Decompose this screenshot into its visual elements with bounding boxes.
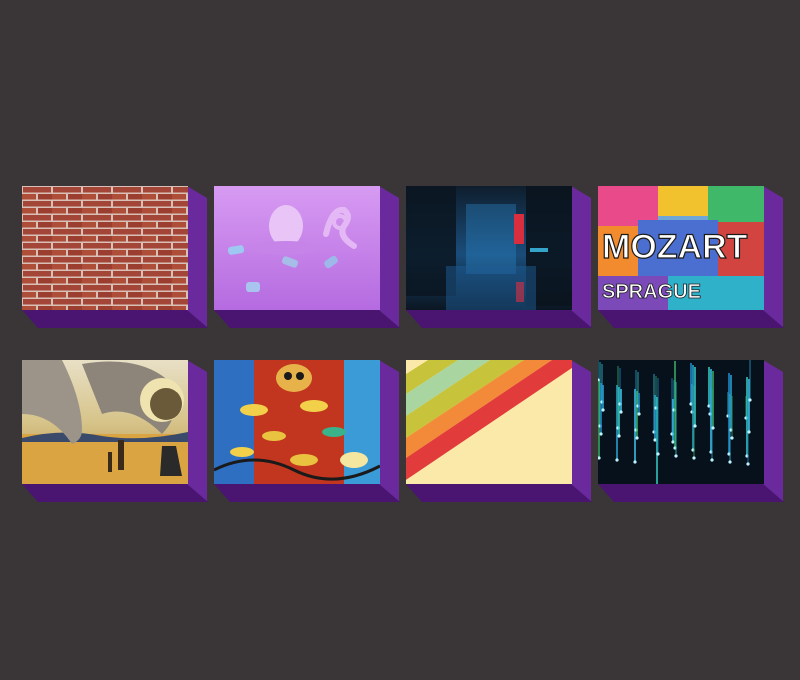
- gallery-tile-2[interactable]: [214, 186, 400, 328]
- diagonal-stripes-image: [406, 360, 572, 484]
- tile-side: [571, 186, 591, 328]
- tile-side: [187, 186, 207, 328]
- gallery-tile-8[interactable]: [598, 360, 784, 502]
- digital-rain-lights-image: [598, 360, 764, 484]
- gallery-tile-6[interactable]: [214, 360, 400, 502]
- image-gallery: MOZART SPRAGUE: [0, 0, 800, 680]
- gallery-tile-5[interactable]: [22, 360, 208, 502]
- prague-graffiti-wall-image: MOZART SPRAGUE: [598, 186, 764, 310]
- tile-bottom: [214, 484, 400, 502]
- tile-side: [763, 186, 783, 328]
- tile-side: [187, 360, 207, 502]
- gallery-tile-3[interactable]: [406, 186, 592, 328]
- graffiti-text-mozart: MOZART: [602, 228, 748, 266]
- gallery-tile-7[interactable]: [406, 360, 592, 502]
- tile-bottom: [406, 310, 592, 328]
- tile-bottom: [598, 484, 784, 502]
- tile-bottom: [214, 310, 400, 328]
- tile-bottom: [406, 484, 592, 502]
- tile-side: [763, 360, 783, 502]
- tile-side: [379, 186, 399, 328]
- fish-graffiti-mural-image: [214, 360, 380, 484]
- gallery-tile-4[interactable]: MOZART SPRAGUE: [598, 186, 784, 328]
- rainy-city-street-image: [406, 186, 572, 310]
- tile-side: [379, 360, 399, 502]
- tile-bottom: [22, 310, 208, 328]
- tile-bottom: [598, 310, 784, 328]
- brick-wall-image: [22, 186, 188, 310]
- tile-bottom: [22, 484, 208, 502]
- pink-head-sculpture-image: [214, 186, 380, 310]
- tile-side: [571, 360, 591, 502]
- gallery-tile-1[interactable]: [22, 186, 208, 328]
- graffiti-text-sprague: SPRAGUE: [602, 281, 701, 303]
- surreal-desert-painting-image: [22, 360, 188, 484]
